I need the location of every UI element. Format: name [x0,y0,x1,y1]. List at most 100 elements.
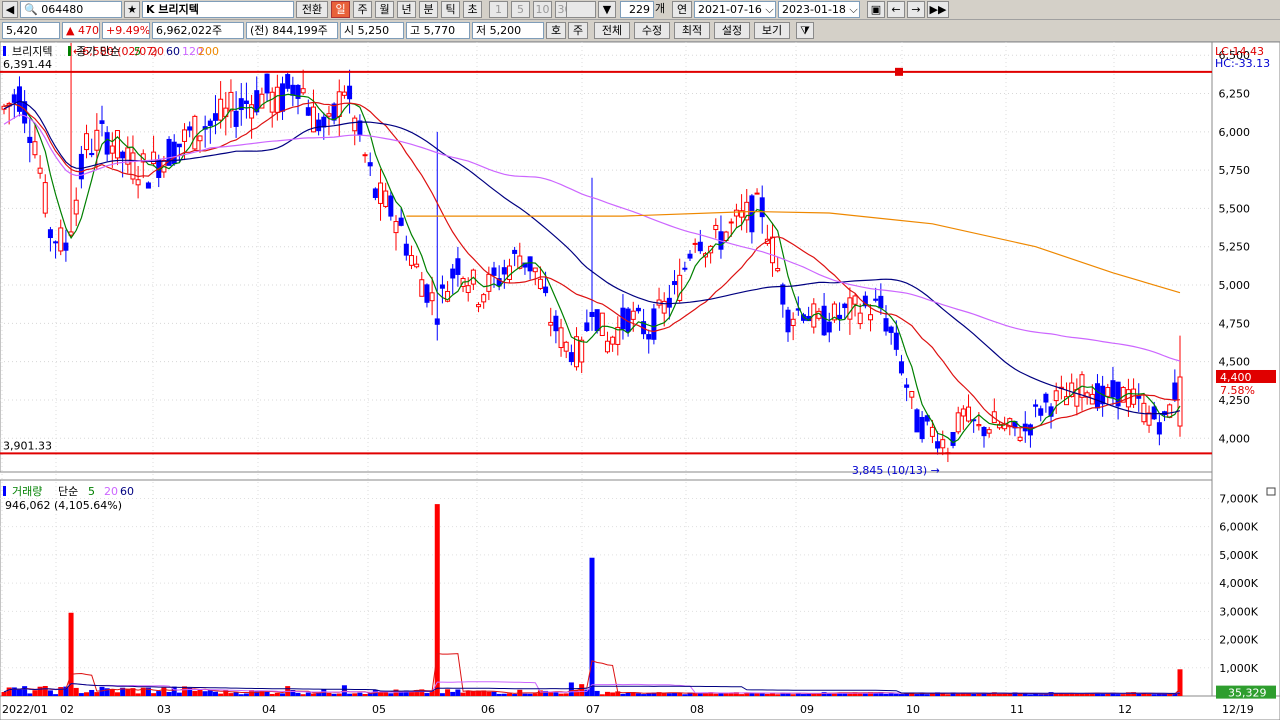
order-button[interactable]: 주 [568,22,588,39]
volume-bar [166,692,172,696]
candle-body [574,336,580,368]
save-icon[interactable]: ▣ [867,1,885,18]
candle-body [883,318,889,332]
candle-body [790,318,796,326]
candle-body [759,197,765,218]
view-button[interactable]: 보기 [754,22,790,39]
blank-button[interactable] [566,1,596,18]
candle-body [532,267,538,273]
candle-body [1146,412,1152,426]
minute-step-button-1[interactable]: 1 [489,1,508,18]
candle-body [914,409,920,433]
period-button-6[interactable]: 초 [463,1,482,18]
candle-body [842,303,848,309]
volume-bar [1033,693,1039,696]
x-tick-label: 04 [262,703,276,716]
volume-y-tick-label: 5,000K [1219,549,1258,562]
period-label-button[interactable]: 연 [672,1,692,18]
change-pct-field: +9.49% [102,22,150,39]
candle-body [857,312,863,325]
upper-ref-label: 6,391.44 [3,58,52,71]
prev-volume-field: (전) 844,199주 [246,22,338,39]
arrow-left-icon[interactable]: ← [887,1,905,18]
volume-bar [207,690,213,696]
candle-body [182,129,188,142]
volume-bar [94,692,100,696]
candle-body [1172,382,1178,401]
hoga-button[interactable]: 호 [546,22,566,39]
current-volume-label: 35,329 [1228,687,1267,700]
candle-body [1156,422,1162,435]
candle-body [233,110,239,127]
candle-body [439,284,445,289]
candle-body [950,431,956,446]
period-button-2[interactable]: 월 [375,1,394,18]
candle-body [212,113,218,121]
candle-body [197,135,203,142]
candle-body [821,305,827,336]
volume-bar [594,690,600,696]
skip-end-icon[interactable]: ▶▶ [927,1,949,18]
volume-bar [295,692,301,696]
period-button-3[interactable]: 년 [397,1,416,18]
window-menu-button[interactable]: ◀ [2,1,18,18]
candle-body [594,309,600,332]
volume-bar [1100,694,1106,696]
candle-body [981,426,987,437]
period-button-0[interactable]: 일 [331,1,350,18]
candle-body [120,151,126,159]
volume-bar [1007,693,1013,696]
period-button-5[interactable]: 틱 [441,1,460,18]
candle-body [630,310,636,320]
candle-body [1105,387,1111,397]
date-from-input[interactable]: 2021-07-16 ⌵ [694,1,776,18]
minute-step-button-5[interactable]: 5 [511,1,530,18]
volume-bar [109,688,115,696]
adjust-button[interactable]: 수정 [634,22,670,39]
y-tick-label: 4,500 [1219,356,1251,369]
candle-body [99,120,105,124]
stock-code-input[interactable]: 🔍 064480 [20,1,122,18]
candle-body [53,241,59,244]
all-button[interactable]: 전체 [594,22,630,39]
x-tick-label: 02 [60,703,74,716]
volume-bar [945,694,951,696]
volume-bar [156,691,162,696]
candle-body [89,152,95,156]
volume-bar [37,686,43,696]
candle-body [84,133,90,151]
candle-body [228,91,234,112]
candle-body [104,132,110,155]
filter-icon[interactable]: ⧩ [796,22,814,39]
candle-body [697,241,703,252]
candle-body [1141,402,1147,423]
volume-bar [996,693,1002,696]
candle-body [579,339,585,363]
candle-body [465,285,471,293]
candle-body [269,91,275,113]
stock-name-field[interactable]: K 브리지텍 [142,1,294,18]
price-panel [0,42,1213,473]
arrow-down-icon[interactable]: ▼ [598,1,616,18]
settings-button[interactable]: 설정 [714,22,750,39]
period-button-1[interactable]: 주 [353,1,372,18]
star-icon[interactable]: ★ [124,1,140,18]
candle-body [352,117,358,132]
volume-bar [898,694,904,696]
volume-bar [790,694,796,696]
candle-body [32,141,38,156]
arrow-right-icon[interactable]: → [907,1,925,18]
candle-body [393,221,399,234]
price-chart[interactable]: 거래량 단순 5 20 60946,062 (4,105.64%)35,329 6,50… [0,42,1280,720]
candle-body [898,361,904,374]
volume-bar [764,693,770,696]
date-to-input[interactable]: 2023-01-18 ⌵ [778,1,860,18]
volume-bar [1146,693,1152,696]
minute-step-button-10[interactable]: 10 [533,1,552,18]
candle-body [243,100,249,105]
candle-body [114,130,120,159]
mode-switch-button[interactable]: 전환 [296,1,328,18]
count-input[interactable]: 229 [620,1,654,18]
optimize-button[interactable]: 최적 [674,22,710,39]
period-button-4[interactable]: 분 [419,1,438,18]
